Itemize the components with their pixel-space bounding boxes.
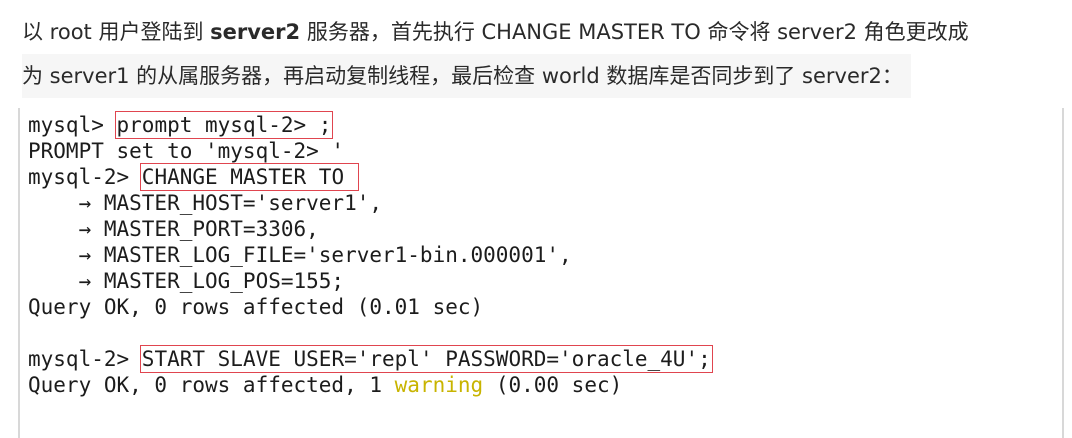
terminal-line-master-host: → MASTER_HOST='server1', xyxy=(28,191,383,215)
terminal-line-query-ok-1: Query OK, 0 rows affected (0.01 sec) xyxy=(28,295,484,319)
intro-paragraph: 以 root 用户登陆到 server2 服务器，首先执行 CHANGE MAS… xyxy=(22,10,1062,98)
prompt-mysql-2: mysql-2> xyxy=(28,165,142,189)
query-time-text: (0.00 sec) xyxy=(483,373,623,397)
prompt-mysql: mysql> xyxy=(28,113,117,137)
terminal-line-master-log-pos: → MASTER_LOG_POS=155; xyxy=(28,269,345,293)
highlighted-prompt-command: prompt mysql-2> ; xyxy=(114,111,334,139)
highlighted-change-master-command: CHANGE MASTER TO xyxy=(139,163,359,191)
terminal-line-start-slave: mysql-2> START SLAVE USER='repl' PASSWOR… xyxy=(28,345,713,373)
terminal-output: mysql> prompt mysql-2> ; PROMPT set to '… xyxy=(18,108,1064,438)
intro-line-1: 以 root 用户登陆到 server2 服务器，首先执行 CHANGE MAS… xyxy=(22,10,1062,54)
terminal-line-master-log-file: → MASTER_LOG_FILE='server1-bin.000001', xyxy=(28,243,572,267)
highlighted-start-slave-command: START SLAVE USER='repl' PASSWORD='oracle… xyxy=(139,345,713,373)
terminal-line-prompt-set: PROMPT set to 'mysql-2> ' xyxy=(28,139,345,163)
intro-line-1-text-b: 服务器，首先执行 CHANGE MASTER TO 命令将 server2 角色… xyxy=(300,20,969,44)
warning-text: warning xyxy=(394,373,484,397)
terminal-line-master-port: → MASTER_PORT=3306, xyxy=(28,217,319,241)
query-ok-text: Query OK, 0 rows affected, 1 xyxy=(28,373,395,397)
intro-line-1-text-a: 以 root 用户登陆到 xyxy=(22,20,211,44)
terminal-line-prompt-command: mysql> prompt mysql-2> ; xyxy=(28,111,334,139)
intro-line-2-text: 为 server1 的从属服务器，再启动复制线程，最后检查 world 数据库是… xyxy=(22,54,911,98)
terminal-line-query-ok-2: Query OK, 0 rows affected, 1 warning (0.… xyxy=(28,372,622,398)
intro-line-1-server2: server2 xyxy=(210,20,301,44)
intro-line-2: 为 server1 的从属服务器，再启动复制线程，最后检查 world 数据库是… xyxy=(22,54,1062,98)
terminal-line-change-master: mysql-2> CHANGE MASTER TO xyxy=(28,163,359,191)
prompt-mysql-2: mysql-2> xyxy=(28,347,142,371)
